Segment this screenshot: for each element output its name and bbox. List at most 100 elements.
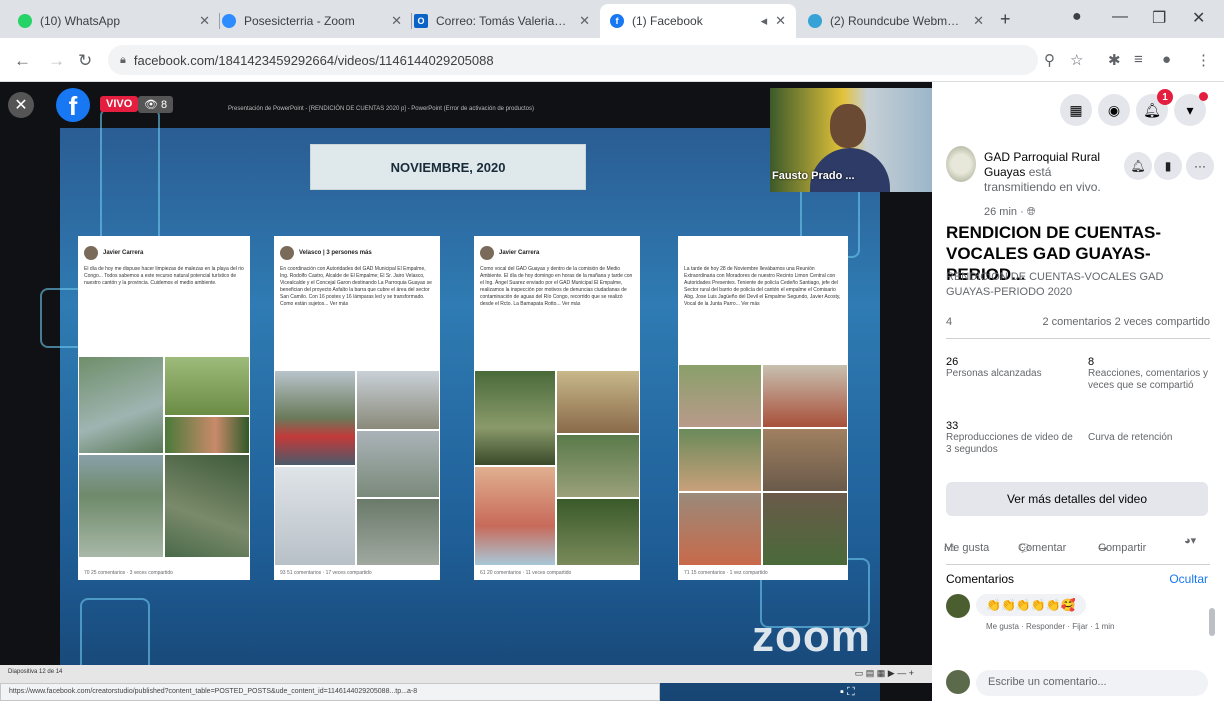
window-close-icon[interactable]: ✕ (1192, 8, 1205, 28)
browser-tab-bar: (10) WhatsApp ✕ Posesicterria - Zoom ✕ O… (0, 0, 1224, 38)
comment-item: 👏👏👏👏👏🥰 Me gusta · Responder · Fijar · 1 … (946, 594, 1210, 644)
reaction-count[interactable]: 4 (946, 316, 952, 328)
save-icon[interactable]: ▮ (1154, 152, 1182, 180)
tab-roundcube[interactable]: (2) Roundcube Webmail :: E ✕ (798, 4, 994, 38)
powerpoint-titlebar: Presentación de PowerPoint - [RENDICIÓN … (228, 106, 535, 112)
zoom-watermark: zoom (752, 612, 871, 661)
close-video-icon[interactable]: ✕ (8, 92, 34, 118)
menu-kebab-icon[interactable]: ⋮ (1196, 51, 1211, 69)
divider (946, 564, 1210, 565)
more-video-details-button[interactable]: Ver más detalles del video (946, 482, 1208, 516)
metric-plays: 33 Reproducciones de video de 3 segundos (946, 420, 1076, 456)
fullscreen-icon[interactable]: ▪ ⛶ (840, 686, 855, 699)
notifications-bell-icon[interactable]: 🔔︎ 1 (1136, 89, 1173, 126)
rock-photo (556, 370, 640, 434)
reload-icon[interactable]: ↻ (78, 51, 92, 71)
avatar (946, 670, 970, 694)
meeting-photo (762, 364, 848, 428)
close-icon[interactable]: ✕ (579, 13, 590, 29)
restore-icon[interactable]: ❐ (1152, 8, 1166, 28)
new-tab-button[interactable]: + (1000, 9, 1011, 30)
tab-zoom[interactable]: Posesicterria - Zoom ✕ (212, 4, 412, 38)
minimize-icon[interactable]: — (1112, 8, 1128, 26)
eye-icon: 👁︎ (144, 99, 162, 111)
facebook-logo-icon[interactable]: f (56, 88, 90, 122)
avatar[interactable] (946, 594, 970, 618)
post-text: En coordinación con Autoridades del GAD … (280, 266, 432, 307)
post-text: El día de hoy me dispuse hacer limpiezas… (84, 266, 244, 286)
divider (946, 338, 1210, 339)
river-photo (556, 434, 640, 498)
messenger-icon[interactable]: ◉ (1098, 94, 1130, 126)
speaker-name: Fausto Prado ... (772, 170, 855, 182)
circuit-decoration (100, 108, 160, 248)
facebook-icon: f (610, 14, 624, 28)
metric-reach: 26 Personas alcanzadas (946, 356, 1076, 380)
page-name-line: GAD Parroquial Rural Guayas está transmi… (984, 150, 1104, 195)
comment-input[interactable]: Escribe un comentario... (976, 670, 1208, 696)
live-badge: VIVO (100, 96, 139, 112)
comments-header: Comentarios (946, 572, 1015, 586)
page-avatar[interactable] (946, 146, 976, 182)
bell-icon[interactable]: 🔔︎ (1124, 152, 1152, 180)
speaker-head (830, 104, 866, 148)
url-field[interactable]: 🔒︎ facebook.com/1841423459292664/videos/… (108, 45, 1038, 75)
post-time-text: 26 min · (984, 206, 1027, 218)
metric-label: Curva de retención (1088, 432, 1173, 443)
avatar (280, 246, 294, 260)
tab-outlook[interactable]: O Correo: Tomás Valeriano - Ca ✕ (404, 4, 600, 38)
avatar (84, 246, 98, 260)
close-icon[interactable]: ✕ (775, 13, 786, 29)
post-text: La tarde de hoy 28 de Noviembre llevábam… (684, 266, 841, 307)
post-footer: 61 20 comentarios · 11 veces compartido (480, 570, 572, 576)
comment-text: 👏👏👏👏👏🥰 (976, 594, 1086, 616)
audience-selector[interactable]: ◕▾ (1184, 534, 1196, 547)
metric-value: 8 (1088, 356, 1095, 368)
tab-label: (2) Roundcube Webmail :: E (830, 14, 965, 28)
account-icon[interactable]: ● (1162, 51, 1171, 68)
view-controls-icon: ▭ ▤ ▦ ▶ — + (854, 668, 914, 678)
comments-scrollbar[interactable] (1208, 596, 1216, 646)
post-author: Velasco | 3 persones más (299, 250, 372, 256)
extensions-icon[interactable]: ✱ (1108, 51, 1121, 69)
more-options-icon[interactable]: ··· (1186, 152, 1214, 180)
slide-heading: NOVIEMBRE, 2020 (310, 144, 586, 190)
meeting-photo (762, 492, 848, 566)
profile-icon[interactable]: ● (1072, 8, 1082, 26)
reading-list-icon[interactable]: ≡ (1134, 51, 1143, 68)
post-footer: 93 51 comentarios · 17 veces compartido (280, 570, 372, 576)
star-icon[interactable]: ☆ (1070, 51, 1083, 69)
facebook-side-panel: ▦ ◉ 🔔︎ 1 ▾ GAD Parroquial Rural Guayas es… (932, 82, 1224, 701)
people-photo (274, 370, 356, 466)
comments-shares[interactable]: 2 comentarios 2 veces compartido (1042, 316, 1210, 328)
speaker-icon[interactable]: ◂ (761, 13, 768, 29)
alert-dot (1199, 92, 1208, 101)
vegetation-photo (164, 454, 250, 558)
tab-label: Posesicterria - Zoom (244, 14, 355, 28)
metric-value: 26 (946, 356, 959, 368)
close-icon[interactable]: ✕ (973, 13, 984, 29)
facebook-post-screenshot: Javier Carrera Como vocal del GAD Guayas… (474, 236, 640, 580)
notification-badge: 1 (1157, 89, 1173, 105)
roundcube-icon (808, 14, 822, 28)
menu-grid-icon[interactable]: ▦ (1060, 94, 1092, 126)
close-icon[interactable]: ✕ (391, 13, 402, 29)
back-icon[interactable]: ← (14, 51, 31, 71)
tab-whatsapp[interactable]: (10) WhatsApp ✕ (8, 4, 220, 38)
comment-actions[interactable]: Me gusta · Responder · Fijar · 1 min (986, 622, 1115, 631)
tab-facebook[interactable]: f (1) Facebook ◂ ✕ (600, 4, 796, 38)
zoom-lens-icon[interactable]: ⚲ (1044, 51, 1055, 69)
avatar (480, 246, 494, 260)
forward-icon[interactable]: → (48, 51, 65, 71)
person-photo (164, 416, 250, 454)
account-menu-icon[interactable]: ▾ (1174, 92, 1208, 126)
forest-photo (474, 370, 556, 466)
canal-photo (78, 454, 164, 558)
close-icon[interactable]: ✕ (199, 13, 210, 29)
video-player[interactable]: NOVIEMBRE, 2020 Javier Carrera El día de… (0, 82, 932, 701)
field-photo (164, 356, 250, 416)
hide-comments-link[interactable]: Ocultar (1169, 572, 1208, 586)
scroll-thumb[interactable] (1209, 608, 1215, 636)
post-footer: 71 15 comentarios · 1 vez compartido (684, 570, 768, 576)
engagement-line: 4 2 comentarios 2 veces compartido (946, 316, 1210, 328)
